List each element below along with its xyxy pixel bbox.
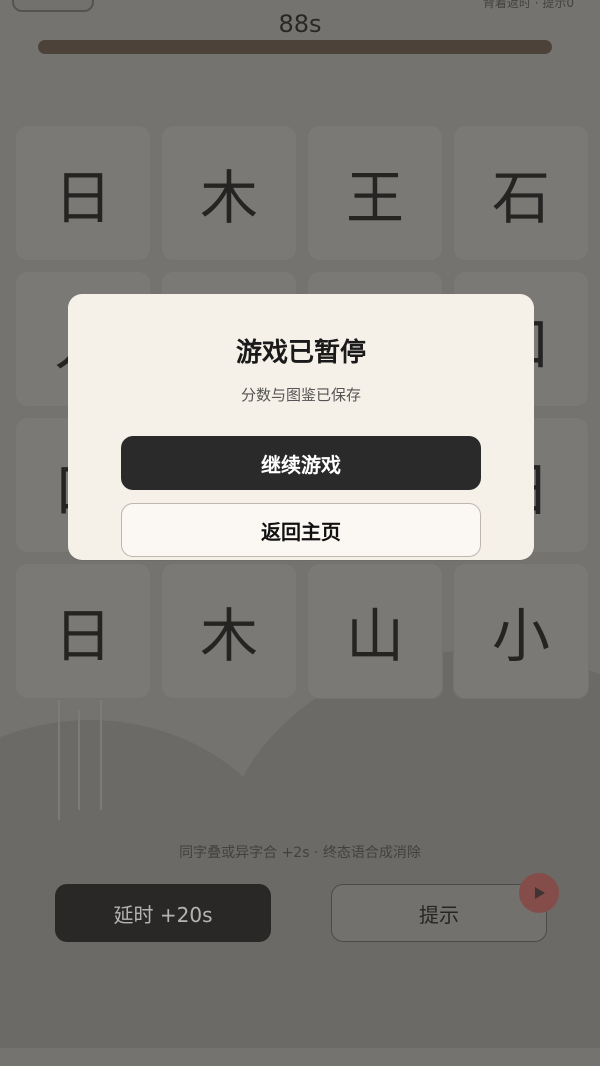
game-screen: 背着返时 · 提示0 88s 日 木 王 石 人 口 口 日 日 木 山 小 同… [0,0,600,1066]
home-button[interactable]: 返回主页 [121,503,481,557]
pause-dialog: 游戏已暂停 分数与图鉴已保存 继续游戏 返回主页 [68,294,534,560]
dialog-title: 游戏已暂停 [235,338,366,368]
dialog-subtitle: 分数与图鉴已保存 [240,386,361,404]
resume-button[interactable]: 继续游戏 [121,436,481,490]
